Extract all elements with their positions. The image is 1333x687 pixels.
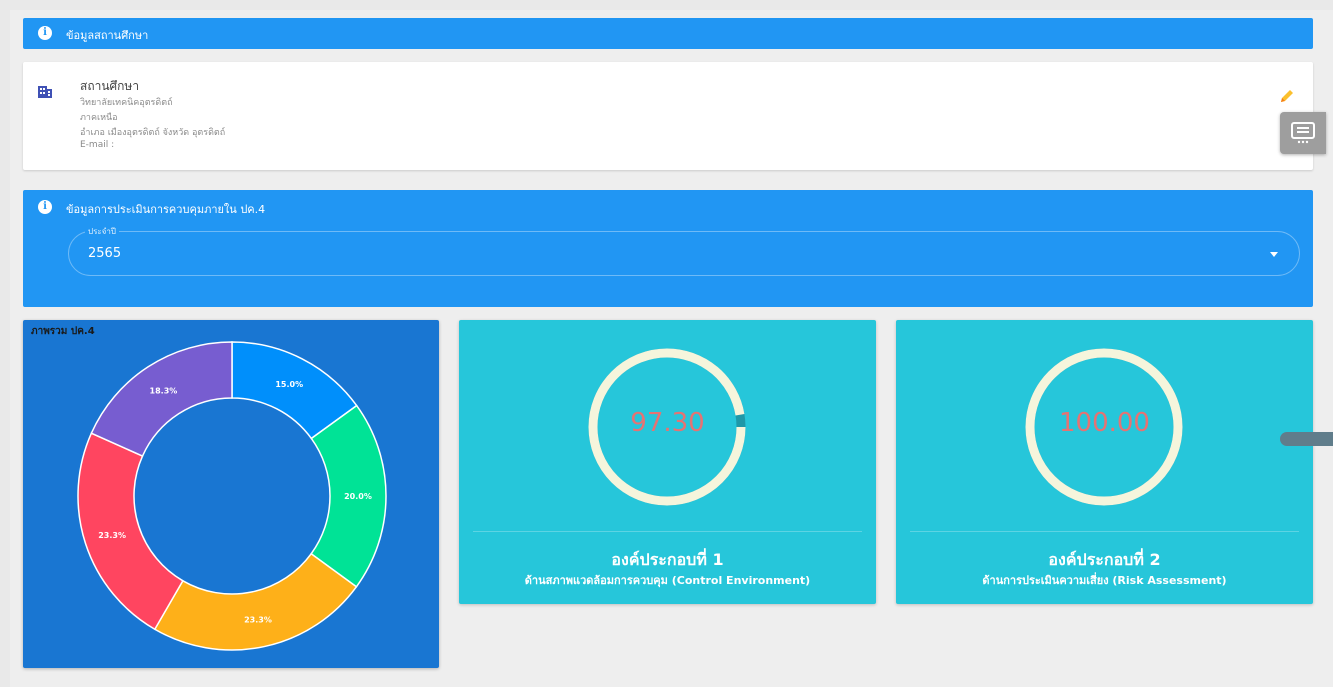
overview-chart-card: ภาพรวม ปค.4 15.0% 20.0% 23.3% 23.3% 18.3% [23,320,439,668]
school-label: สถานศึกษา [80,79,140,93]
info-icon: i [38,200,52,214]
donut-slice[interactable] [153,552,358,651]
chat-button[interactable] [1280,112,1326,154]
component-1-score: 97.30 [630,408,705,438]
component-1-card: 97.30 องค์ประกอบที่ 1 ด้านสภาพแวดล้อมการ… [459,320,876,604]
assessment-section: i ข้อมูลการประเมินการควบคุมภายใน ปค.4 ปร… [23,190,1313,307]
card-divider [473,531,862,532]
card-divider [910,531,1299,532]
school-name: วิทยาลัยเทคนิคอุตรดิตถ์ [80,98,173,108]
school-address: อำเภอ เมืองอุตรดิตถ์ จังหวัด อุตรดิตถ์ [80,128,226,138]
chevron-down-icon[interactable] [1270,252,1278,257]
component-1-subtitle: ด้านสภาพแวดล้อมการควบคุม (Control Enviro… [524,574,811,587]
year-select-label: ประจำปี [85,225,119,238]
school-info-title: ข้อมูลสถานศึกษา [66,29,149,42]
chat-icon [1291,122,1315,144]
slice-label: 23.3% [244,615,272,624]
donut-slice[interactable] [77,432,184,631]
component-1-title: องค์ประกอบที่ 1 [611,550,724,569]
component-2-card: 100.00 องค์ประกอบที่ 2 ด้านการประเมินควา… [896,320,1313,604]
donut-slice[interactable] [90,341,233,458]
slice-label: 18.3% [150,386,178,395]
school-email: E-mail : [80,140,115,150]
component-2-score: 100.00 [1059,408,1150,438]
component-2-title: องค์ประกอบที่ 2 [1048,550,1161,569]
side-panel-handle[interactable] [1280,432,1333,446]
assessment-title: ข้อมูลการประเมินการควบคุมภายใน ปค.4 [66,203,266,216]
slice-label: 15.0% [275,380,303,389]
year-select-value: 2565 [88,246,122,261]
building-icon [38,86,52,98]
school-card: สถานศึกษา วิทยาลัยเทคนิคอุตรดิตถ์ ภาคเหน… [23,62,1313,170]
donut-chart: 15.0% 20.0% 23.3% 23.3% 18.3% [77,341,387,651]
info-icon: i [38,26,52,40]
pencil-icon[interactable] [1279,88,1295,104]
slice-label: 23.3% [98,531,126,540]
school-region: ภาคเหนือ [80,113,118,123]
slice-label: 20.0% [344,492,372,501]
year-select[interactable]: ประจำปี 2565 [68,225,1300,276]
school-info-header: i ข้อมูลสถานศึกษา [23,18,1313,49]
component-2-subtitle: ด้านการประเมินความเสี่ยง (Risk Assessmen… [982,574,1227,587]
